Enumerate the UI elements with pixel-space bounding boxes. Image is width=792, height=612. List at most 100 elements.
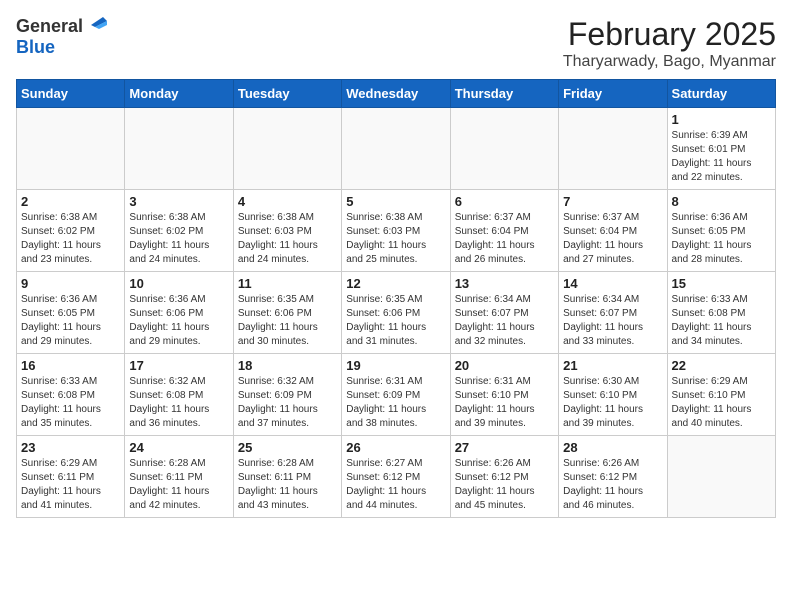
weekday-header-tuesday: Tuesday <box>233 80 341 108</box>
day-number: 18 <box>238 358 337 373</box>
day-info: Sunrise: 6:38 AM Sunset: 6:03 PM Dayligh… <box>238 211 337 267</box>
calendar-cell <box>17 108 125 190</box>
calendar-cell <box>233 108 341 190</box>
calendar-cell: 4 Sunrise: 6:38 AM Sunset: 6:03 PM Daylig… <box>233 190 341 272</box>
day-number: 24 <box>129 440 228 455</box>
day-number: 1 <box>672 112 771 127</box>
week-row-3: 16 Sunrise: 6:33 AM Sunset: 6:08 PM Dayli… <box>17 354 776 436</box>
day-number: 16 <box>21 358 120 373</box>
weekday-header-saturday: Saturday <box>667 80 775 108</box>
calendar-cell <box>667 436 775 518</box>
logo-bird-icon <box>85 17 107 33</box>
calendar-cell: 25 Sunrise: 6:28 AM Sunset: 6:11 PM Dayli… <box>233 436 341 518</box>
day-number: 23 <box>21 440 120 455</box>
calendar-cell: 21 Sunrise: 6:30 AM Sunset: 6:10 PM Dayli… <box>559 354 667 436</box>
day-number: 5 <box>346 194 445 209</box>
day-number: 11 <box>238 276 337 291</box>
day-info: Sunrise: 6:28 AM Sunset: 6:11 PM Dayligh… <box>238 457 337 513</box>
calendar-cell: 6 Sunrise: 6:37 AM Sunset: 6:04 PM Daylig… <box>450 190 558 272</box>
day-number: 20 <box>455 358 554 373</box>
day-number: 6 <box>455 194 554 209</box>
calendar-cell: 12 Sunrise: 6:35 AM Sunset: 6:06 PM Dayli… <box>342 272 450 354</box>
day-info: Sunrise: 6:29 AM Sunset: 6:10 PM Dayligh… <box>672 375 771 431</box>
calendar-cell: 5 Sunrise: 6:38 AM Sunset: 6:03 PM Daylig… <box>342 190 450 272</box>
logo-blue-text: Blue <box>16 37 55 58</box>
day-number: 14 <box>563 276 662 291</box>
calendar-cell: 28Sunrise: 6:26 AM Sunset: 6:12 PM Dayli… <box>559 436 667 518</box>
weekday-header-row: SundayMondayTuesdayWednesdayThursdayFrid… <box>17 80 776 108</box>
logo-general-text: General <box>16 16 83 37</box>
day-info: Sunrise: 6:34 AM Sunset: 6:07 PM Dayligh… <box>455 293 554 349</box>
day-number: 7 <box>563 194 662 209</box>
day-info: Sunrise: 6:32 AM Sunset: 6:09 PM Dayligh… <box>238 375 337 431</box>
day-info: Sunrise: 6:26 AM Sunset: 6:12 PM Dayligh… <box>455 457 554 513</box>
day-info: Sunrise: 6:35 AM Sunset: 6:06 PM Dayligh… <box>346 293 445 349</box>
weekday-header-friday: Friday <box>559 80 667 108</box>
day-number: 2 <box>21 194 120 209</box>
day-info: Sunrise: 6:34 AM Sunset: 6:07 PM Dayligh… <box>563 293 662 349</box>
location-title: Tharyarwady, Bago, Myanmar <box>563 53 776 71</box>
day-info: Sunrise: 6:38 AM Sunset: 6:03 PM Dayligh… <box>346 211 445 267</box>
calendar-cell: 27 Sunrise: 6:26 AM Sunset: 6:12 PM Dayli… <box>450 436 558 518</box>
day-info: Sunrise: 6:36 AM Sunset: 6:05 PM Dayligh… <box>21 293 120 349</box>
calendar-cell: 20 Sunrise: 6:31 AM Sunset: 6:10 PM Dayli… <box>450 354 558 436</box>
calendar-cell: 2 Sunrise: 6:38 AM Sunset: 6:02 PM Daylig… <box>17 190 125 272</box>
day-info: Sunrise: 6:30 AM Sunset: 6:10 PM Dayligh… <box>563 375 662 431</box>
day-number: 21 <box>563 358 662 373</box>
day-info: Sunrise: 6:39 AM Sunset: 6:01 PM Dayligh… <box>672 129 771 185</box>
calendar-cell: 17 Sunrise: 6:32 AM Sunset: 6:08 PM Dayli… <box>125 354 233 436</box>
calendar-cell: 23 Sunrise: 6:29 AM Sunset: 6:11 PM Dayli… <box>17 436 125 518</box>
day-number: 28 <box>563 440 662 455</box>
day-info: Sunrise: 6:28 AM Sunset: 6:11 PM Dayligh… <box>129 457 228 513</box>
day-info: Sunrise: 6:38 AM Sunset: 6:02 PM Dayligh… <box>129 211 228 267</box>
day-info: Sunrise: 6:37 AM Sunset: 6:04 PM Dayligh… <box>563 211 662 267</box>
day-info: Sunrise: 6:29 AM Sunset: 6:11 PM Dayligh… <box>21 457 120 513</box>
calendar-cell: 16 Sunrise: 6:33 AM Sunset: 6:08 PM Dayli… <box>17 354 125 436</box>
calendar-cell: 22 Sunrise: 6:29 AM Sunset: 6:10 PM Dayli… <box>667 354 775 436</box>
calendar-cell: 24 Sunrise: 6:28 AM Sunset: 6:11 PM Dayli… <box>125 436 233 518</box>
day-info: Sunrise: 6:37 AM Sunset: 6:04 PM Dayligh… <box>455 211 554 267</box>
day-number: 10 <box>129 276 228 291</box>
day-info: Sunrise: 6:38 AM Sunset: 6:02 PM Dayligh… <box>21 211 120 267</box>
calendar-cell: 18 Sunrise: 6:32 AM Sunset: 6:09 PM Dayli… <box>233 354 341 436</box>
calendar-cell: 1 Sunrise: 6:39 AM Sunset: 6:01 PM Daylig… <box>667 108 775 190</box>
logo: General Blue <box>16 16 107 58</box>
page-header: General Blue February 2025 Tharyarwady, … <box>16 16 776 71</box>
calendar-cell: 19 Sunrise: 6:31 AM Sunset: 6:09 PM Dayli… <box>342 354 450 436</box>
month-title: February 2025 <box>563 16 776 53</box>
day-info: Sunrise: 6:31 AM Sunset: 6:09 PM Dayligh… <box>346 375 445 431</box>
day-number: 8 <box>672 194 771 209</box>
day-info: Sunrise: 6:36 AM Sunset: 6:06 PM Dayligh… <box>129 293 228 349</box>
calendar-cell <box>559 108 667 190</box>
week-row-0: 1 Sunrise: 6:39 AM Sunset: 6:01 PM Daylig… <box>17 108 776 190</box>
calendar-cell: 11Sunrise: 6:35 AM Sunset: 6:06 PM Dayli… <box>233 272 341 354</box>
weekday-header-monday: Monday <box>125 80 233 108</box>
day-number: 4 <box>238 194 337 209</box>
day-number: 22 <box>672 358 771 373</box>
calendar-cell: 13Sunrise: 6:34 AM Sunset: 6:07 PM Dayli… <box>450 272 558 354</box>
day-info: Sunrise: 6:31 AM Sunset: 6:10 PM Dayligh… <box>455 375 554 431</box>
day-info: Sunrise: 6:33 AM Sunset: 6:08 PM Dayligh… <box>21 375 120 431</box>
day-number: 25 <box>238 440 337 455</box>
day-number: 27 <box>455 440 554 455</box>
calendar-cell: 9 Sunrise: 6:36 AM Sunset: 6:05 PM Daylig… <box>17 272 125 354</box>
day-number: 19 <box>346 358 445 373</box>
week-row-4: 23 Sunrise: 6:29 AM Sunset: 6:11 PM Dayli… <box>17 436 776 518</box>
day-info: Sunrise: 6:27 AM Sunset: 6:12 PM Dayligh… <box>346 457 445 513</box>
calendar-cell: 14 Sunrise: 6:34 AM Sunset: 6:07 PM Dayli… <box>559 272 667 354</box>
calendar-cell: 15 Sunrise: 6:33 AM Sunset: 6:08 PM Dayli… <box>667 272 775 354</box>
weekday-header-thursday: Thursday <box>450 80 558 108</box>
day-info: Sunrise: 6:33 AM Sunset: 6:08 PM Dayligh… <box>672 293 771 349</box>
day-number: 12 <box>346 276 445 291</box>
calendar-cell <box>342 108 450 190</box>
day-info: Sunrise: 6:32 AM Sunset: 6:08 PM Dayligh… <box>129 375 228 431</box>
day-number: 9 <box>21 276 120 291</box>
calendar-cell: 26Sunrise: 6:27 AM Sunset: 6:12 PM Dayli… <box>342 436 450 518</box>
calendar-cell: 10 Sunrise: 6:36 AM Sunset: 6:06 PM Dayli… <box>125 272 233 354</box>
day-number: 15 <box>672 276 771 291</box>
calendar-table: SundayMondayTuesdayWednesdayThursdayFrid… <box>16 79 776 518</box>
week-row-1: 2 Sunrise: 6:38 AM Sunset: 6:02 PM Daylig… <box>17 190 776 272</box>
weekday-header-wednesday: Wednesday <box>342 80 450 108</box>
weekday-header-sunday: Sunday <box>17 80 125 108</box>
day-number: 17 <box>129 358 228 373</box>
